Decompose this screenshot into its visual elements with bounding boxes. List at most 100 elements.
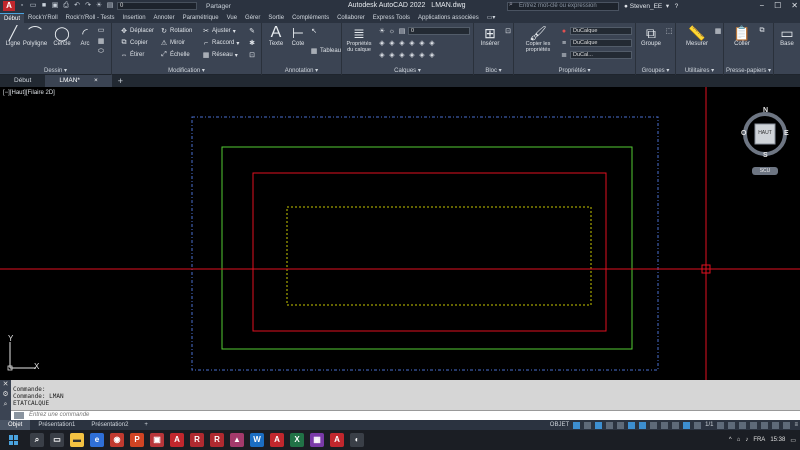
taskbar-revit-icon[interactable]: R [190, 433, 204, 447]
undo-icon[interactable]: ↶ [73, 2, 81, 10]
taskbar-explorer-icon[interactable]: ▬ [70, 433, 84, 447]
save-as-icon[interactable]: ▣ [51, 2, 59, 10]
group-title-annotation[interactable]: Annotation ▾ [262, 67, 341, 74]
tab-debut[interactable]: Début [0, 13, 25, 23]
cart-icon[interactable]: ▾ [666, 3, 669, 10]
user-account[interactable]: ● Steven_EE ▾ ? [624, 2, 678, 10]
autocad-logo-icon[interactable]: A [3, 1, 15, 11]
minimize-icon[interactable]: − [759, 1, 764, 10]
taskbar-excel-icon[interactable]: X [290, 433, 304, 447]
ortho-toggle-icon[interactable] [595, 421, 603, 429]
compass-west[interactable]: O [741, 130, 746, 137]
ungroup-tool[interactable]: ⬚ [665, 27, 673, 35]
grid-toggle-icon[interactable] [573, 421, 581, 429]
stretch-button[interactable]: ⇔ Étirer [120, 51, 145, 59]
fillet-button[interactable]: ⌐ Raccord ▾ [202, 39, 239, 47]
tab-collaborer[interactable]: Collaborer [333, 13, 369, 23]
customization-menu-icon[interactable]: ≡ [794, 422, 798, 428]
arc-button[interactable]: ◜ Arc [76, 25, 94, 47]
layer-tools-row-2[interactable]: ◈ ◈ ◈ ◈ ◈ ◈ [378, 51, 436, 59]
create-block-tool[interactable]: ⊡ [504, 27, 512, 35]
share-button[interactable]: Partager [206, 3, 231, 10]
new-layout-button[interactable]: + [136, 420, 156, 430]
open-folder-icon[interactable]: ▭ [29, 2, 37, 10]
rectangle-tool[interactable]: ▭ [97, 26, 105, 34]
offset-tool[interactable]: ⊡ [248, 51, 256, 59]
taskbar-edge-icon[interactable]: e [90, 433, 104, 447]
close-icon[interactable]: ✕ [791, 1, 798, 10]
ucs-menu-badge[interactable]: SCU [752, 167, 778, 175]
match-properties-button[interactable]: 🖌 Copier les propriétés [518, 25, 558, 53]
insert-block-button[interactable]: ⊞ Insérer [478, 25, 502, 47]
print-icon[interactable]: ⎙ [62, 2, 70, 10]
tab-insertion[interactable]: Insertion [119, 13, 150, 23]
tray-network-icon[interactable]: ⌂ [737, 437, 741, 443]
compass-south[interactable]: S [763, 152, 768, 159]
array-button[interactable]: ▦ Réseau ▾ [202, 51, 238, 59]
isolate-objects-icon[interactable] [761, 421, 769, 429]
taskbar-autocad2-icon[interactable]: A [270, 433, 284, 447]
selection-cycling-icon[interactable] [672, 421, 680, 429]
tray-volume-icon[interactable]: ♪ [745, 437, 748, 443]
paste-button[interactable]: 📋 Coller [730, 25, 754, 47]
sun-icon[interactable]: ☀ [95, 2, 103, 10]
model-space-button[interactable]: OBJET [550, 422, 569, 428]
layer-properties-button[interactable]: ≣ Propriétés du calque [344, 25, 374, 53]
command-customize-icon[interactable]: ⚙ [0, 390, 11, 400]
explode-tool[interactable]: ✱ [248, 39, 256, 47]
object-snap-tracking-icon[interactable] [628, 421, 636, 429]
help-icon[interactable]: ? [675, 3, 679, 10]
taskbar-autocad3-icon[interactable]: A [330, 433, 344, 447]
command-input[interactable]: Entrez une commande [11, 410, 800, 420]
circle-button[interactable]: ◯ Cercle [51, 25, 73, 47]
hatch-tool[interactable]: ▦ [97, 37, 105, 45]
lineweight-dropdown[interactable]: DuCal... [570, 51, 632, 59]
layer-tools-row-1[interactable]: ◈ ◈ ◈ ◈ ◈ ◈ [378, 39, 436, 47]
ribbon-toggle-icon[interactable]: ▭▾ [483, 13, 500, 23]
save-icon[interactable]: ■ [40, 2, 48, 10]
calculator-tool[interactable]: ▦ [714, 27, 722, 35]
autoscale-icon[interactable] [694, 421, 702, 429]
taskbar-search-icon[interactable]: ⌕ [30, 433, 44, 447]
tab-vue[interactable]: Vue [223, 13, 241, 23]
scale-button[interactable]: ⤢ Échelle [160, 51, 190, 59]
tray-clock[interactable]: 15:38 [770, 437, 785, 443]
clean-screen-icon[interactable] [783, 421, 791, 429]
leader-tool[interactable]: ↖ [310, 27, 318, 35]
taskbar-chrome-icon[interactable]: ◉ [110, 433, 124, 447]
color-picker-icon[interactable]: ● [560, 27, 568, 35]
tab-gerer[interactable]: Gérer [241, 13, 264, 23]
taskbar-app4-icon[interactable]: ◐ [350, 433, 364, 447]
file-tab-lman[interactable]: LMAN* × [45, 75, 112, 87]
polar-toggle-icon[interactable] [606, 421, 614, 429]
maximize-icon[interactable]: ☐ [774, 1, 781, 10]
hardware-acceleration-icon[interactable] [772, 421, 780, 429]
tray-chevron-icon[interactable]: ^ [729, 437, 732, 443]
tab-annoter[interactable]: Annoter [150, 13, 179, 23]
tab-sortie[interactable]: Sortie [264, 13, 288, 23]
quick-properties-icon[interactable] [750, 421, 758, 429]
base-view-button[interactable]: ▭ Base [776, 25, 798, 47]
layout-tab-objet[interactable]: Objet [0, 420, 31, 430]
group-title-dessin[interactable]: Dessin ▾ [0, 67, 111, 74]
group-title-utilitaires[interactable]: Utilitaires ▾ [676, 67, 723, 74]
group-title-bloc[interactable]: Bloc ▾ [474, 67, 513, 74]
move-button[interactable]: ✥ Déplacer [120, 27, 154, 35]
annotation-visibility-icon[interactable] [683, 421, 691, 429]
group-title-proprietes[interactable]: Propriétés ▾ [514, 67, 635, 74]
redo-icon[interactable]: ↷ [84, 2, 92, 10]
ellipse-tool[interactable]: ⬭ [97, 48, 105, 56]
group-title-presse-papiers[interactable]: Presse-papiers ▾ [724, 67, 773, 74]
qat-layer-dropdown[interactable]: 0 [117, 2, 197, 10]
taskbar-revit2-icon[interactable]: R [210, 433, 224, 447]
command-close-icon[interactable]: ✕ [0, 380, 11, 390]
copy-clip-tool[interactable]: ⧉ [758, 27, 766, 35]
lineweight-toggle-icon[interactable] [650, 421, 658, 429]
layer-state-icons[interactable]: ☀ ☼ ▤ [378, 27, 406, 36]
green-rectangle[interactable] [221, 146, 633, 350]
group-title-modification[interactable]: Modification ▾ [112, 67, 261, 74]
polyline-button[interactable]: ⌒ Polyligne [22, 25, 48, 47]
color-dropdown[interactable]: DuCalque [570, 27, 632, 35]
erase-tool[interactable]: ✎ [248, 27, 256, 35]
units-icon[interactable] [739, 421, 747, 429]
